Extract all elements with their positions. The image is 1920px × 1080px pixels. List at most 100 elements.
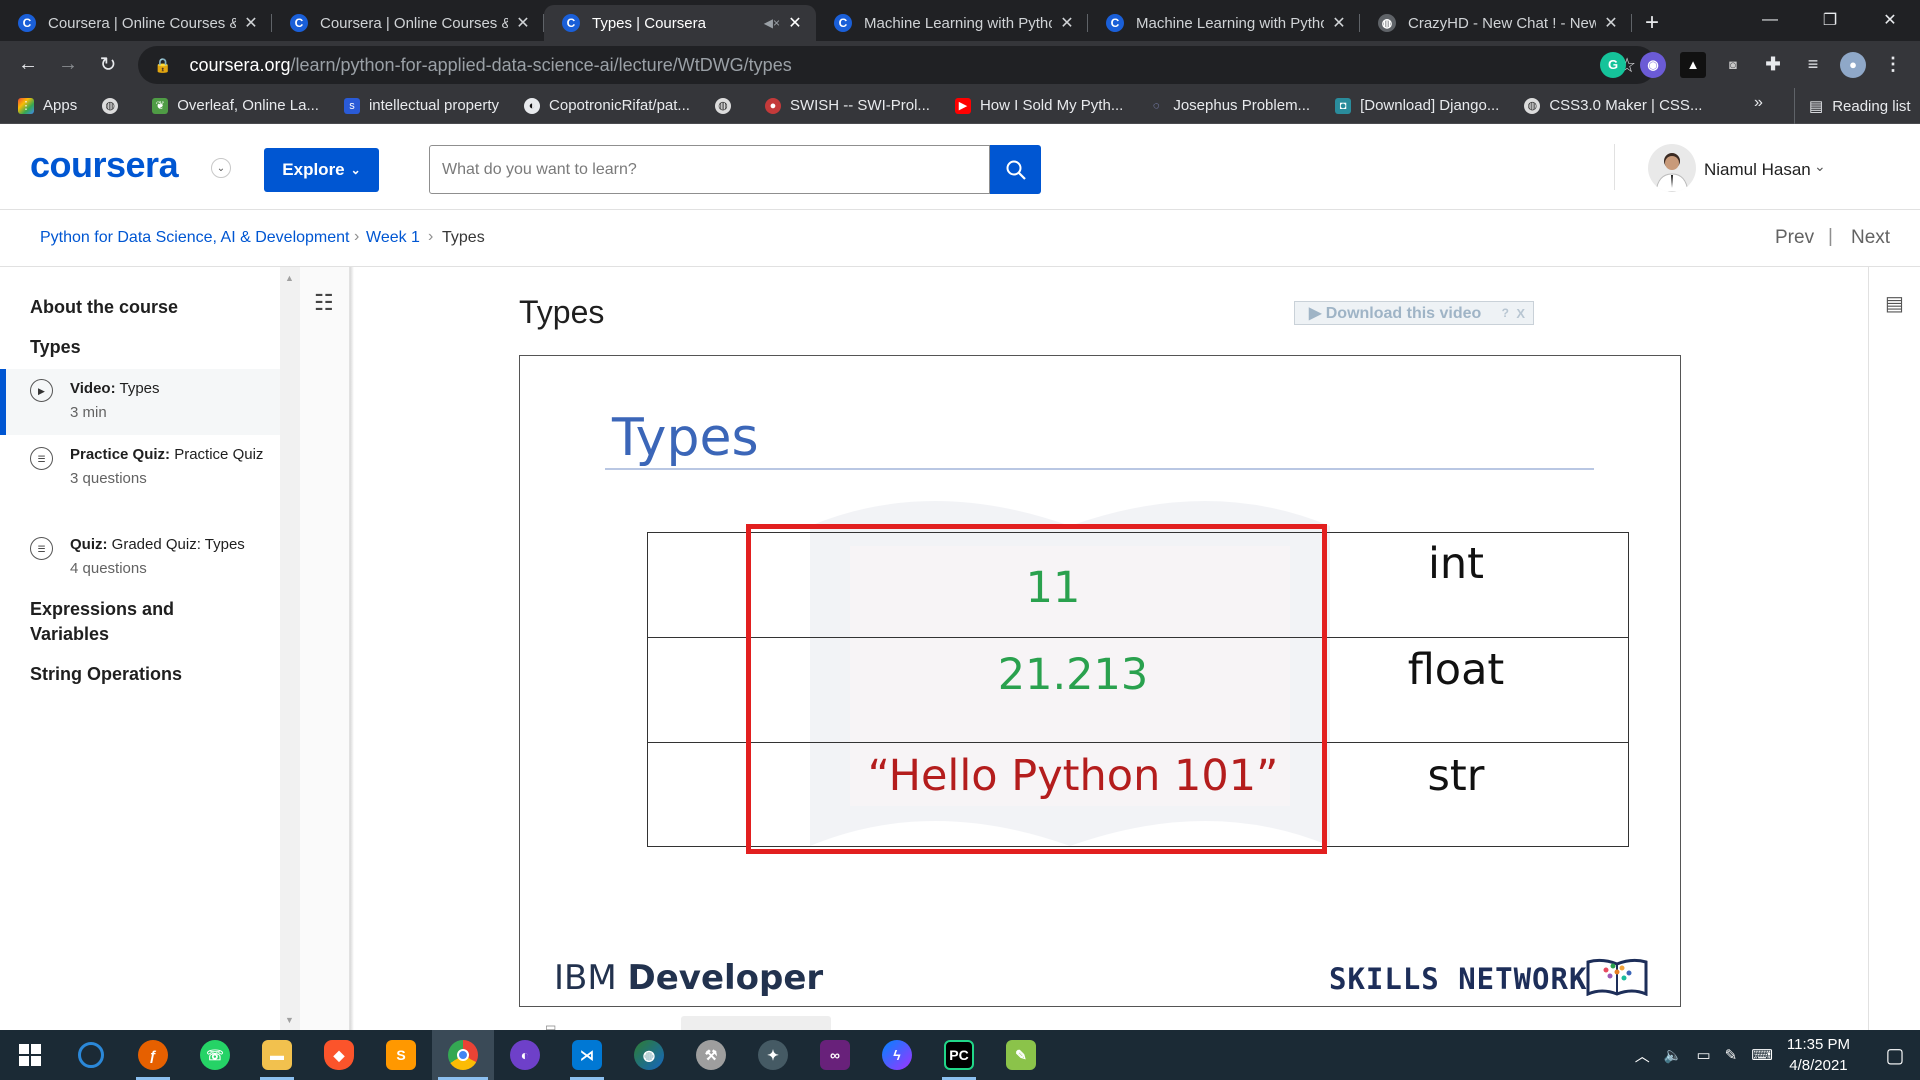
next-link[interactable]: Next <box>1851 227 1890 249</box>
bookmarks-overflow-button[interactable]: » <box>1754 94 1763 112</box>
puzzle-icon[interactable]: ✚ <box>1760 52 1786 78</box>
pen-icon[interactable]: ✎ <box>1725 1046 1738 1064</box>
help-icon[interactable]: ? <box>1502 306 1509 320</box>
taskbar-chrome[interactable] <box>432 1030 494 1080</box>
close-tab-icon[interactable]: ✕ <box>786 13 804 33</box>
coursera-logo[interactable]: coursera <box>30 144 179 186</box>
taskbar-notepad[interactable]: ✎ <box>990 1030 1052 1080</box>
taskbar-satellite[interactable]: ✦ <box>742 1030 804 1080</box>
taskbar-brave[interactable]: ◆ <box>308 1030 370 1080</box>
taskbar-sublime[interactable]: S <box>370 1030 432 1080</box>
below-video-tab[interactable] <box>681 1016 831 1030</box>
scroll-up-icon[interactable]: ▲ <box>285 273 294 283</box>
close-tab-icon[interactable]: ✕ <box>242 13 260 33</box>
extension-icon[interactable]: ◉ <box>1640 51 1666 78</box>
search-input[interactable] <box>429 145 990 194</box>
volume-icon[interactable]: 🔈 <box>1664 1046 1683 1064</box>
avatar[interactable] <box>1648 144 1696 192</box>
camera-icon[interactable]: ◙ <box>1720 52 1746 78</box>
brave-icon: ◆ <box>324 1040 354 1070</box>
screen: C Coursera | Online Courses & Cre ✕ C Co… <box>0 0 1920 1080</box>
sidebar-section-expressions[interactable]: Expressions and Variables <box>30 597 230 647</box>
taskbar-github-desktop[interactable]: ◐ <box>494 1030 556 1080</box>
video-player[interactable]: Types 11 int 21.213 float “Hello Python … <box>519 355 1681 1007</box>
close-tab-icon[interactable]: ✕ <box>1058 13 1076 33</box>
taskbar-pycharm[interactable]: PC <box>928 1030 990 1080</box>
close-tab-icon[interactable]: ✕ <box>514 13 532 33</box>
taskbar-search[interactable] <box>60 1030 122 1080</box>
close-tab-icon[interactable]: ✕ <box>1330 13 1348 33</box>
browser-tab[interactable]: C Coursera | Online Courses & Cre ✕ <box>0 5 272 41</box>
browser-tab[interactable]: ◍ CrazyHD - New Chat ! - New Cha ✕ <box>1360 5 1632 41</box>
download-video-button[interactable]: ▶ Download this video ? X <box>1294 301 1534 325</box>
close-icon[interactable]: X <box>1516 306 1525 321</box>
bookmark-globe[interactable]: ◍ <box>714 97 740 114</box>
sidebar-scrollbar[interactable]: ▲ ▼ <box>280 267 300 1030</box>
taskbar-messenger[interactable]: ϟ <box>866 1030 928 1080</box>
minimize-icon[interactable]: — <box>1740 0 1800 40</box>
bookmark-apps[interactable]: ⋮ Apps <box>18 97 77 114</box>
lock-icon[interactable]: 🔒 <box>154 57 171 74</box>
explore-button[interactable]: Explore ⌄ <box>264 148 379 192</box>
sidebar-item-video[interactable]: ▶ Video: Types 3 min <box>0 369 280 435</box>
reading-list-icon: ▤ <box>1809 98 1824 115</box>
bookmark-ip[interactable]: s intellectual property <box>343 97 499 114</box>
forward-arrow-icon[interactable]: → <box>48 53 88 76</box>
sidebar-section-strings[interactable]: String Operations <box>30 662 182 687</box>
sidebar-item-graded-quiz[interactable]: ☰ Quiz: Graded Quiz: Types 4 questions <box>0 533 270 581</box>
taskbar-tool[interactable]: ⚒ <box>680 1030 742 1080</box>
taskbar-clock[interactable]: 11:35 PM 4/8/2021 <box>1787 1034 1850 1076</box>
chevron-down-icon[interactable]: ⌄ <box>1814 158 1826 175</box>
outline-list-icon[interactable]: ☷ <box>314 290 334 316</box>
new-tab-button[interactable]: + <box>1632 5 1672 41</box>
bookmark-youtube[interactable]: ▶ How I Sold My Pyth... <box>954 97 1123 114</box>
breadcrumb-week-link[interactable]: Week 1 <box>366 229 420 247</box>
breadcrumb-course-link[interactable]: Python for Data Science, AI & Developmen… <box>40 229 350 247</box>
browser-tab[interactable]: C Machine Learning with Python ✕ <box>816 5 1088 41</box>
notification-icon[interactable]: ▢ <box>1870 1030 1920 1080</box>
reading-list-label: Reading list <box>1832 97 1911 115</box>
sidebar-item-practice-quiz[interactable]: ☰ Practice Quiz: Practice Quiz 3 questio… <box>0 443 270 491</box>
close-window-icon[interactable]: ✕ <box>1860 0 1920 40</box>
taskbar-file-explorer[interactable]: ▬ <box>246 1030 308 1080</box>
taskbar-firefox[interactable]: ƒ <box>122 1030 184 1080</box>
bookmark-josephus[interactable]: ◌ Josephus Problem... <box>1148 97 1310 114</box>
reading-list-button[interactable]: ▤ Reading list <box>1794 88 1911 124</box>
bookmark-globe[interactable]: ◍ <box>102 97 127 114</box>
grammarly-icon[interactable]: G <box>1600 51 1626 78</box>
extension-icon[interactable]: ▲ <box>1680 51 1706 78</box>
bookmark-github[interactable]: ◐ CopotronicRifat/pat... <box>524 97 690 114</box>
search-button[interactable] <box>990 145 1041 194</box>
address-bar[interactable]: 🔒 coursera.org /learn/python-for-applied… <box>138 46 1656 84</box>
taskbar-visual-studio[interactable]: ∞ <box>804 1030 866 1080</box>
bookmark-overleaf[interactable]: ❦ Overleaf, Online La... <box>152 97 319 114</box>
bookmark-swish[interactable]: ● SWISH -- SWI-Prol... <box>764 97 930 114</box>
browser-tab-active[interactable]: C Types | Coursera ◀× ✕ <box>544 5 816 41</box>
media-queue-icon[interactable]: ≡ <box>1800 52 1826 78</box>
restore-icon[interactable]: ❐ <box>1800 0 1860 40</box>
prev-link[interactable]: Prev <box>1775 227 1814 249</box>
browser-tab[interactable]: C Coursera | Online Courses & Cre ✕ <box>272 5 544 41</box>
taskbar-vscode[interactable]: ⋊ <box>556 1030 618 1080</box>
menu-kebab-icon[interactable]: ⋮ <box>1880 52 1906 78</box>
taskbar-world[interactable]: ◍ <box>618 1030 680 1080</box>
scroll-down-icon[interactable]: ▼ <box>285 1015 294 1025</box>
chevron-up-icon[interactable]: ︿ <box>1635 1045 1650 1066</box>
sidebar-about-link[interactable]: About the course <box>30 295 178 320</box>
bookmark-django[interactable]: ◘ [Download] Django... <box>1335 97 1499 114</box>
reload-icon[interactable]: ↻ <box>88 52 128 77</box>
back-arrow-icon[interactable]: ← <box>8 53 48 76</box>
chevron-down-icon[interactable]: ⌄ <box>211 158 231 178</box>
notes-panel-icon[interactable]: ▤ <box>1885 291 1904 316</box>
browser-tab[interactable]: C Machine Learning with Python ✕ <box>1088 5 1360 41</box>
globe-icon: ◍ <box>102 97 119 114</box>
taskbar-whatsapp[interactable]: ☏ <box>184 1030 246 1080</box>
audio-muted-icon[interactable]: ◀× <box>764 16 780 30</box>
keyboard-icon[interactable]: ⌨ <box>1751 1046 1773 1064</box>
windows-start-button[interactable] <box>0 1030 60 1080</box>
network-icon[interactable]: ▭ <box>1696 1046 1710 1064</box>
close-tab-icon[interactable]: ✕ <box>1602 13 1620 33</box>
bookmark-css[interactable]: ◍ CSS3.0 Maker | CSS... <box>1524 97 1702 114</box>
profile-avatar-icon[interactable]: ● <box>1840 51 1866 78</box>
user-name[interactable]: Niamul Hasan <box>1704 160 1811 180</box>
